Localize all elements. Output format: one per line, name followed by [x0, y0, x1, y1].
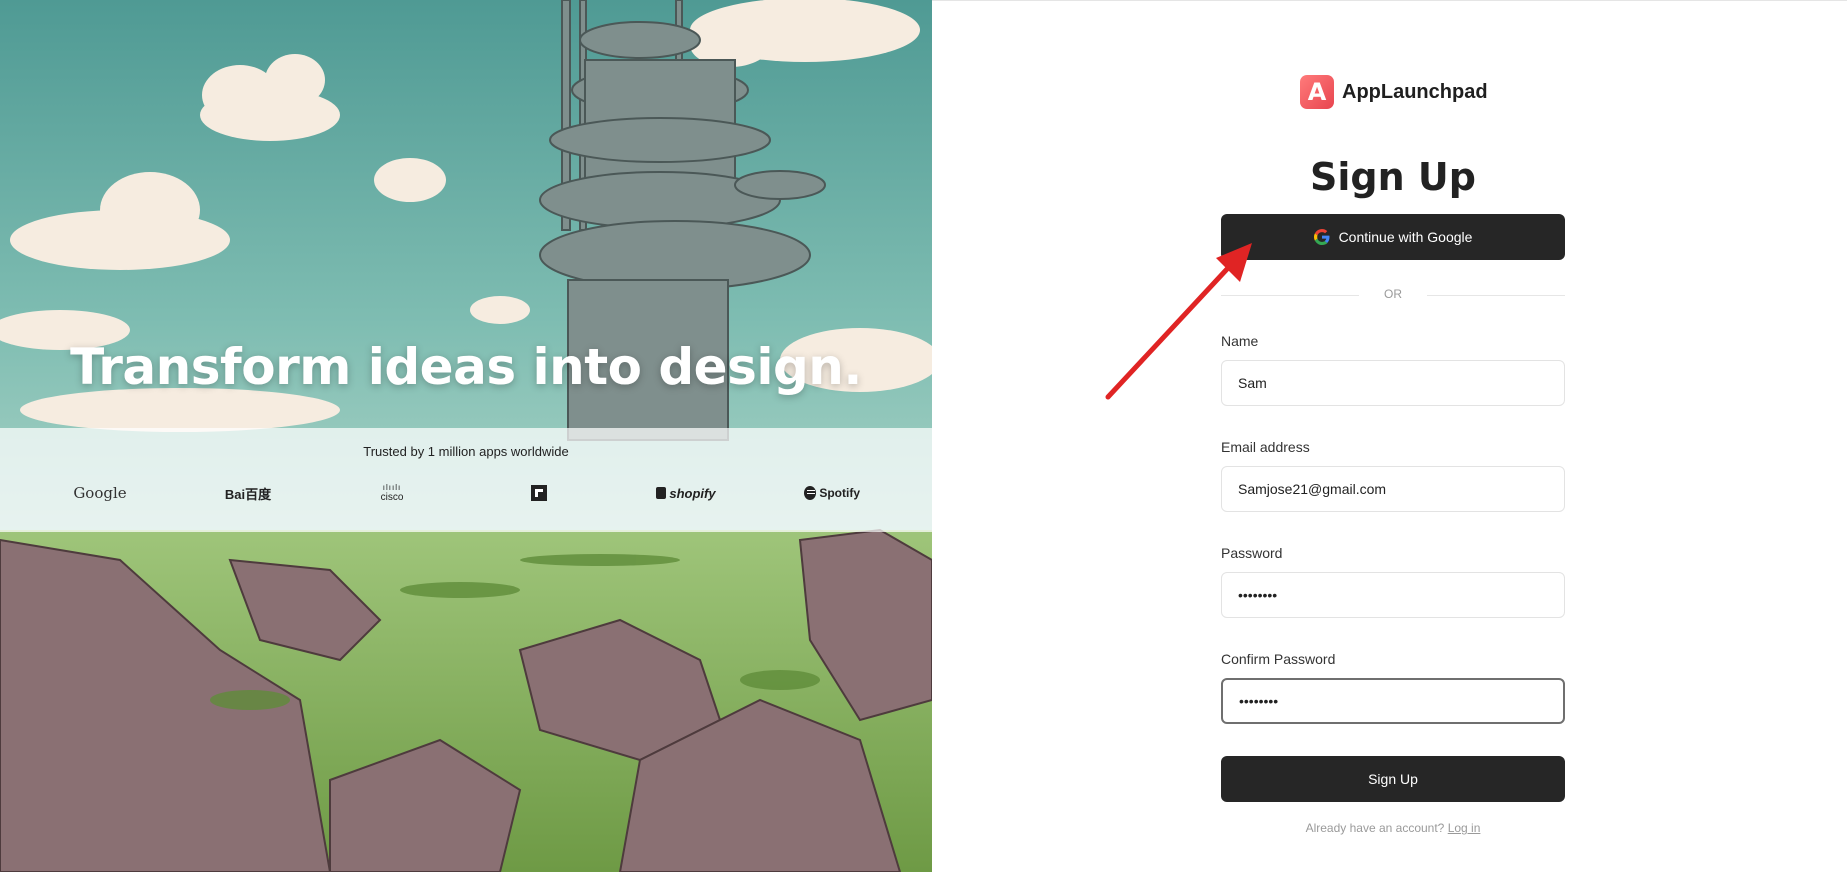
page-title: Sign Up [1310, 155, 1476, 199]
flipboard-icon [531, 485, 547, 501]
or-divider: OR [1221, 285, 1565, 305]
signup-form-panel: A AppLaunchpad Sign Up Continue with Goo… [932, 0, 1847, 872]
name-label: Name [1221, 333, 1259, 349]
baidu-logo: Bai百度 [224, 486, 272, 502]
cisco-logo-label: cisco [380, 491, 404, 503]
password-input[interactable] [1221, 572, 1565, 618]
signup-page: Transform ideas into design. Trusted by … [0, 0, 1847, 872]
shopify-logo-label: shopify [669, 485, 716, 501]
cisco-bars-icon: ılıılı [382, 482, 402, 492]
google-icon [1313, 229, 1330, 245]
login-prompt: Already have an account? Log in [1221, 821, 1565, 835]
shopify-logo: shopify [656, 480, 716, 506]
spotify-logo-label: Spotify [819, 486, 860, 500]
or-text: OR [1384, 287, 1402, 301]
spotify-logo: Spotify [804, 480, 860, 506]
trusted-text: Trusted by 1 million apps worldwide [363, 444, 569, 459]
flipboard-logo [530, 480, 548, 506]
email-input[interactable] [1221, 466, 1565, 512]
applaunchpad-logo-icon: A [1300, 75, 1334, 109]
login-link[interactable]: Log in [1448, 821, 1481, 835]
email-label: Email address [1221, 439, 1310, 455]
partner-logos: Google Bai百度 ılıılı cisco shopify Spotif… [0, 480, 932, 506]
continue-with-google-label: Continue with Google [1338, 229, 1473, 245]
spotify-icon [804, 486, 817, 500]
google-logo: Google [73, 484, 127, 502]
login-prompt-text: Already have an account? [1305, 821, 1445, 835]
trust-band: Trusted by 1 million apps worldwide Goog… [0, 428, 932, 532]
brand-name: AppLaunchpad [1342, 80, 1488, 103]
continue-with-google-button[interactable]: Continue with Google [1221, 214, 1565, 260]
confirm-password-label: Confirm Password [1221, 651, 1336, 667]
confirm-password-input[interactable] [1221, 678, 1565, 724]
hero-panel: Transform ideas into design. Trusted by … [0, 0, 932, 872]
shopify-bag-icon [656, 487, 667, 499]
name-input[interactable] [1221, 360, 1565, 406]
password-label: Password [1221, 545, 1283, 561]
sign-up-button[interactable]: Sign Up [1221, 756, 1565, 802]
brand: A AppLaunchpad [1300, 75, 1488, 109]
cisco-logo: ılıılı cisco [372, 480, 412, 506]
hero-title: Transform ideas into design. [70, 338, 862, 396]
